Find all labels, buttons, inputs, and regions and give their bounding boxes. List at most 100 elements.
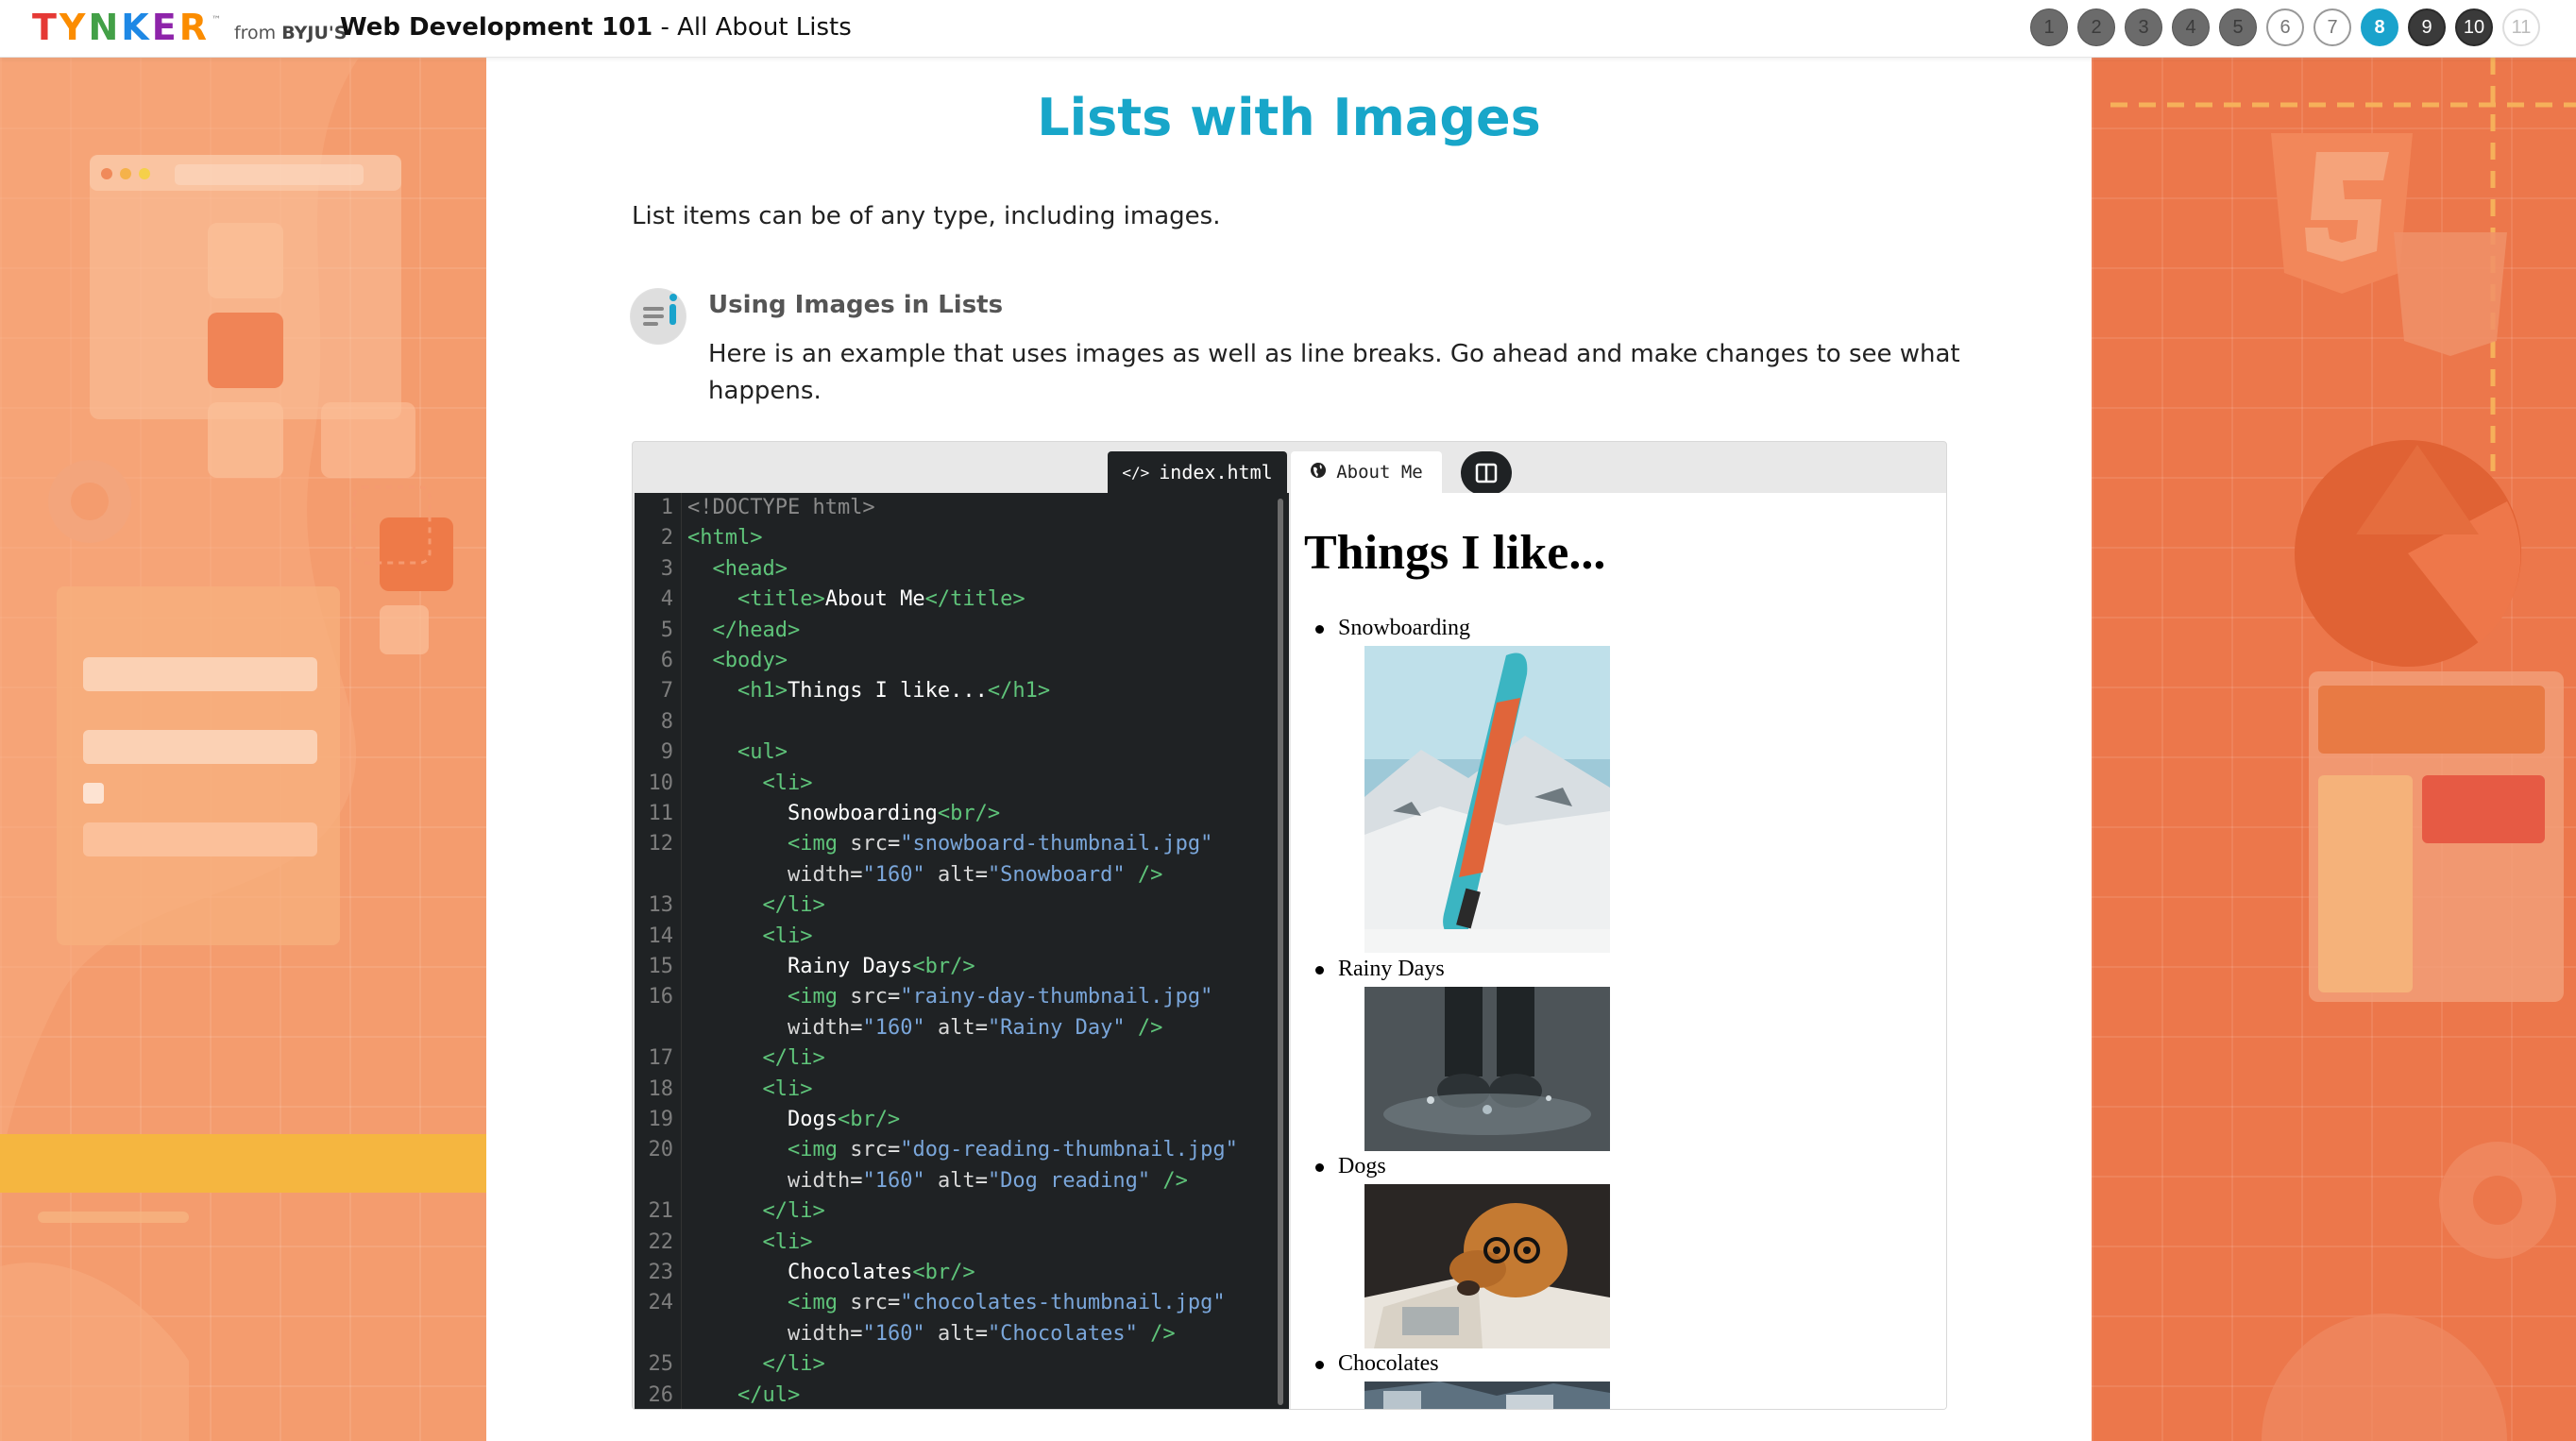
code-line[interactable]: <img src="dog-reading-thumbnail.jpg" [687, 1138, 1238, 1161]
line-number: 26 [648, 1382, 674, 1407]
tynker-logo[interactable]: TYNKER ™ from BYJU'S [32, 6, 347, 49]
dog-reading-image [1364, 1184, 1610, 1348]
code-line[interactable]: <img src="chocolates-thumbnail.jpg" [687, 1291, 1226, 1314]
tab-preview[interactable]: About Me [1291, 451, 1442, 493]
line-number: 11 [648, 802, 674, 825]
step-11[interactable]: 11 [2502, 8, 2540, 46]
list-item: Dogs [1315, 1154, 1386, 1179]
code-line[interactable]: <html> [687, 526, 762, 550]
step-7[interactable]: 7 [2313, 8, 2351, 46]
code-line[interactable]: <li> [687, 924, 812, 948]
code-line[interactable]: </li> [687, 1352, 824, 1376]
line-number: 25 [648, 1352, 674, 1377]
code-line[interactable]: <img src="snowboard-thumbnail.jpg" [687, 832, 1212, 856]
line-number: 1 [660, 496, 673, 519]
code-line[interactable]: <ul> [687, 740, 788, 764]
step-4[interactable]: 4 [2172, 8, 2210, 46]
code-line[interactable]: width="160" alt="Snowboard" /> [687, 863, 1162, 887]
rainy-day-image [1364, 987, 1610, 1151]
code-line[interactable]: <title>About Me</title> [687, 587, 1025, 611]
code-line[interactable]: <h1>Things I like...</h1> [687, 679, 1050, 703]
code-ide: </> index.html About Me 1 2 3 4 5 6 7 8 9 10 11 12 1… [632, 441, 1947, 1410]
step-6[interactable]: 6 [2266, 8, 2304, 46]
editor-scrollbar[interactable] [1277, 493, 1284, 1409]
line-number: 13 [648, 893, 674, 918]
logo-wordmark: TYNKER [32, 7, 210, 48]
code-line[interactable]: Rainy Days<br/> [687, 955, 975, 978]
code-line[interactable]: width="160" alt="Rainy Day" /> [687, 1016, 1162, 1040]
line-number: 24 [648, 1291, 674, 1315]
line-number: 19 [648, 1108, 674, 1131]
code-icon: </> [1122, 463, 1150, 482]
line-number: 15 [648, 955, 674, 978]
step-9[interactable]: 9 [2408, 8, 2446, 46]
snowboard-image [1364, 646, 1610, 953]
line-number: 22 [648, 1229, 674, 1254]
code-line[interactable]: <img src="rainy-day-thumbnail.jpg" [687, 985, 1212, 1009]
code-line[interactable]: <!DOCTYPE html> [687, 496, 875, 519]
preview-heading: Things I like... [1304, 526, 1606, 580]
line-number: 23 [648, 1261, 674, 1284]
list-item: Rainy Days [1315, 957, 1445, 982]
code-line[interactable]: Snowboarding<br/> [687, 802, 1000, 825]
chocolates-image [1364, 1382, 1610, 1409]
line-number: 21 [648, 1199, 674, 1224]
line-number: 9 [660, 740, 673, 765]
top-bar: TYNKER ™ from BYJU'S Web Development 101… [0, 0, 2576, 58]
step-1[interactable]: 1 [2030, 8, 2068, 46]
step-8[interactable]: 8 [2361, 8, 2398, 46]
line-number: 12 [648, 832, 674, 856]
code-line[interactable]: <body> [687, 649, 788, 672]
line-number: 2 [660, 526, 673, 551]
lesson-intro: List items can be of any type, including… [632, 202, 1221, 230]
line-number: 16 [648, 985, 674, 1009]
code-line[interactable]: <head> [687, 557, 788, 581]
course-title: Web Development 101 - All About Lists [340, 13, 852, 42]
code-line[interactable]: <li> [687, 1230, 812, 1254]
from-label: from BYJU'S [233, 23, 347, 43]
line-number: 20 [648, 1138, 674, 1162]
lesson-step-nav: 1 2 3 4 5 6 7 8 9 10 11 [2030, 8, 2540, 46]
preview-pane: Things I like... Snowboarding Rainy Days [1291, 493, 1946, 1409]
line-number: 14 [648, 924, 674, 948]
list-item: Snowboarding [1315, 616, 1470, 641]
list-item: Chocolates [1315, 1351, 1439, 1377]
left-decorative-panel [0, 58, 486, 1441]
lesson-title: Lists with Images [1037, 88, 1541, 147]
line-number: 18 [648, 1077, 674, 1101]
code-line[interactable]: </li> [687, 1046, 824, 1070]
step-5[interactable]: 5 [2219, 8, 2257, 46]
tip-text: Here is an example that uses images as w… [708, 340, 1960, 405]
info-tip-icon [630, 288, 686, 345]
code-line[interactable]: <li> [687, 1077, 812, 1101]
code-editor[interactable]: 1 2 3 4 5 6 7 8 9 10 11 12 13 14 15 16 17 18 19 20 21 22 23 24 2… [635, 493, 1289, 1409]
code-line[interactable]: width="160" alt="Chocolates" /> [687, 1322, 1176, 1346]
split-view-icon [1475, 463, 1498, 483]
line-number: 7 [660, 679, 673, 704]
code-line[interactable]: </head> [687, 619, 801, 642]
tip-title: Using Images in Lists [708, 291, 1004, 319]
code-line[interactable]: width="160" alt="Dog reading" /> [687, 1169, 1188, 1193]
line-number: 17 [648, 1046, 674, 1071]
split-view-button[interactable] [1461, 451, 1512, 495]
code-line[interactable]: Dogs<br/> [687, 1108, 900, 1131]
tab-index-html[interactable]: </> index.html [1108, 451, 1287, 493]
step-10[interactable]: 10 [2455, 8, 2493, 46]
globe-icon [1310, 462, 1327, 483]
lesson-content: Lists with Images List items can be of a… [486, 58, 2092, 1441]
code-line[interactable]: </li> [687, 1199, 824, 1223]
line-number: 10 [648, 771, 674, 795]
step-2[interactable]: 2 [2077, 8, 2115, 46]
code-line[interactable]: </ul> [687, 1383, 800, 1407]
code-line[interactable]: Chocolates<br/> [687, 1261, 975, 1284]
line-number: 6 [660, 649, 673, 672]
line-number: 5 [660, 618, 673, 642]
line-number: 3 [660, 556, 673, 581]
right-decorative-panel [2092, 58, 2576, 1441]
line-numbers: 1 2 3 4 5 6 7 8 9 10 11 12 13 14 15 16 17 18 19 20 21 22 23 24 2… [635, 493, 682, 1409]
code-line[interactable]: </li> [687, 893, 824, 917]
code-line[interactable]: <li> [687, 771, 812, 795]
line-number: 4 [660, 587, 673, 612]
step-3[interactable]: 3 [2125, 8, 2162, 46]
line-number: 8 [660, 709, 673, 734]
